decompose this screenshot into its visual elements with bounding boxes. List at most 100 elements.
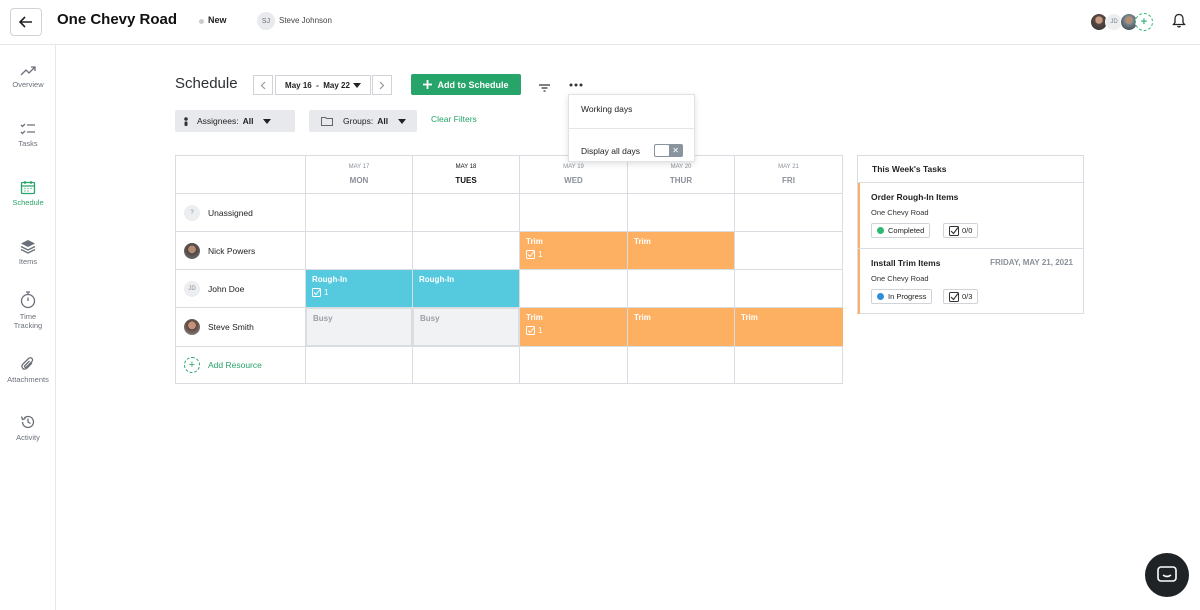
project-title: One Chevy Road	[57, 11, 178, 28]
status-label: Completed	[888, 226, 925, 235]
sidebar-item-label: Tasks	[18, 139, 38, 148]
history-icon	[20, 415, 35, 429]
sidebar-item-overview[interactable]: Overview	[0, 65, 56, 89]
clear-filters-link[interactable]: Clear Filters	[431, 114, 477, 124]
status-badge[interactable]: Completed	[871, 223, 931, 238]
sidebar-item-tasks[interactable]: Tasks	[0, 122, 56, 148]
page-title: Schedule	[175, 75, 238, 92]
filter-button[interactable]	[539, 79, 550, 97]
caret-down-icon	[398, 118, 407, 124]
caret-down-icon	[263, 118, 272, 124]
schedule-block-busy[interactable]: Busy	[306, 308, 412, 346]
schedule-block-rough-in[interactable]: Rough-In 1	[306, 270, 412, 307]
schedule-block-trim[interactable]: Trim	[628, 232, 734, 269]
sidebar-item-attachments[interactable]: Attachments	[0, 356, 56, 384]
block-checklist: 1	[312, 288, 406, 297]
resource-name: John Doe	[208, 284, 245, 294]
status-badge[interactable]: In Progress	[871, 289, 933, 304]
groups-label: Groups:	[343, 116, 374, 126]
prev-week-button[interactable]	[253, 75, 273, 95]
menu-item-display-all-days: Display all days	[581, 146, 641, 156]
day-date: MAY 17	[348, 164, 370, 170]
day-date: MAY 20	[670, 164, 692, 170]
assignees-value: All	[242, 116, 254, 126]
trend-icon	[20, 66, 36, 76]
add-resource-label: Add Resource	[208, 360, 262, 370]
checklist-count: 1	[538, 250, 543, 259]
block-title: Trim	[526, 313, 543, 322]
schedule-block-trim[interactable]: Trim 1	[520, 308, 627, 346]
chat-button[interactable]	[1145, 553, 1189, 597]
checkbox-icon	[526, 250, 535, 259]
schedule-block-rough-in[interactable]: Rough-In	[413, 270, 519, 307]
add-to-schedule-button[interactable]: Add to Schedule	[411, 74, 521, 95]
day-header-fri: MAY 21 FRI	[735, 156, 842, 194]
team-avatars[interactable]: JD +	[1090, 13, 1153, 31]
task-title: Order Rough-In Items	[871, 192, 959, 202]
toggle-off-icon: ✕	[672, 146, 679, 155]
resource-row-unassigned[interactable]: ? Unassigned	[176, 194, 305, 232]
layers-icon	[20, 240, 36, 254]
task-card[interactable]: Install Trim Items FRIDAY, MAY 21, 2021 …	[858, 249, 1083, 314]
folder-icon	[321, 117, 333, 126]
sidebar: Overview Tasks Schedule Items Time Track…	[0, 45, 56, 610]
resource-row-nick-powers[interactable]: Nick Powers	[176, 232, 305, 270]
back-button[interactable]	[10, 8, 42, 36]
sidebar-item-schedule[interactable]: Schedule	[0, 180, 56, 207]
task-project: One Chevy Road	[871, 274, 929, 283]
project-status[interactable]: New	[208, 15, 227, 25]
checklist-badge[interactable]: 0/3	[943, 289, 979, 304]
schedule-block-trim[interactable]: Trim 1	[520, 232, 627, 269]
assignees-filter[interactable]: Assignees: All	[175, 110, 295, 132]
schedule-block-trim[interactable]: Trim	[735, 308, 843, 346]
block-checklist: 1	[526, 326, 621, 335]
resource-row-john-doe[interactable]: JD John Doe	[176, 270, 305, 308]
notifications-button[interactable]	[1172, 13, 1186, 34]
avatar	[184, 243, 200, 259]
status-dot	[199, 19, 204, 24]
day-header-tues: MAY 18 TUES	[413, 156, 519, 194]
block-title: Rough-In	[312, 275, 348, 284]
checklist-badge[interactable]: 0/0	[943, 223, 979, 238]
menu-divider	[569, 128, 694, 129]
plus-icon	[423, 80, 433, 89]
more-horizontal-icon	[569, 83, 583, 87]
resource-row-steve-smith[interactable]: Steve Smith	[176, 308, 305, 346]
sidebar-item-items[interactable]: Items	[0, 239, 56, 266]
checkbox-icon	[949, 225, 959, 236]
display-all-days-toggle[interactable]: ✕	[654, 144, 683, 157]
status-dot	[877, 227, 884, 234]
next-week-button[interactable]	[372, 75, 392, 95]
avatar	[184, 319, 200, 335]
bell-icon	[1172, 13, 1186, 28]
date-range-picker[interactable]: May 16 - May 22	[275, 75, 371, 95]
day-name: TUES	[455, 176, 477, 185]
more-options-button[interactable]	[569, 76, 583, 90]
schedule-block-trim[interactable]: Trim	[628, 308, 734, 346]
add-to-schedule-label: Add to Schedule	[437, 79, 509, 90]
checklist-count: 0/3	[962, 292, 973, 301]
schedule-block-busy[interactable]: Busy	[413, 308, 519, 346]
day-name: MON	[349, 176, 369, 185]
day-header-mon: MAY 17 MON	[306, 156, 412, 194]
sidebar-item-label: Overview	[12, 80, 44, 89]
sidebar-item-activity[interactable]: Activity	[0, 414, 56, 442]
resource-name: Nick Powers	[208, 246, 256, 256]
block-title: Trim	[526, 237, 543, 246]
panel-title: This Week's Tasks	[858, 156, 1083, 183]
checklist-count: 0/0	[962, 226, 973, 235]
day-date: MAY 21	[778, 164, 799, 170]
add-member-button[interactable]: +	[1135, 13, 1153, 31]
groups-filter[interactable]: Groups: All	[309, 110, 417, 132]
task-card[interactable]: Order Rough-In Items One Chevy Road Comp…	[858, 183, 1083, 248]
block-title: Trim	[634, 237, 651, 246]
person-icon	[184, 116, 188, 126]
menu-item-working-days[interactable]: Working days	[581, 104, 632, 114]
options-menu: Working days Display all days ✕	[568, 94, 695, 162]
task-date: FRIDAY, MAY 21, 2021	[990, 258, 1073, 267]
add-resource-button[interactable]: + Add Resource	[176, 346, 305, 384]
paperclip-icon	[21, 357, 34, 370]
owner-name[interactable]: Steve Johnson	[279, 16, 332, 25]
top-bar: One Chevy Road New SJ Steve Johnson JD +	[0, 0, 1200, 45]
sidebar-item-time-tracking[interactable]: Time Tracking	[0, 291, 56, 330]
